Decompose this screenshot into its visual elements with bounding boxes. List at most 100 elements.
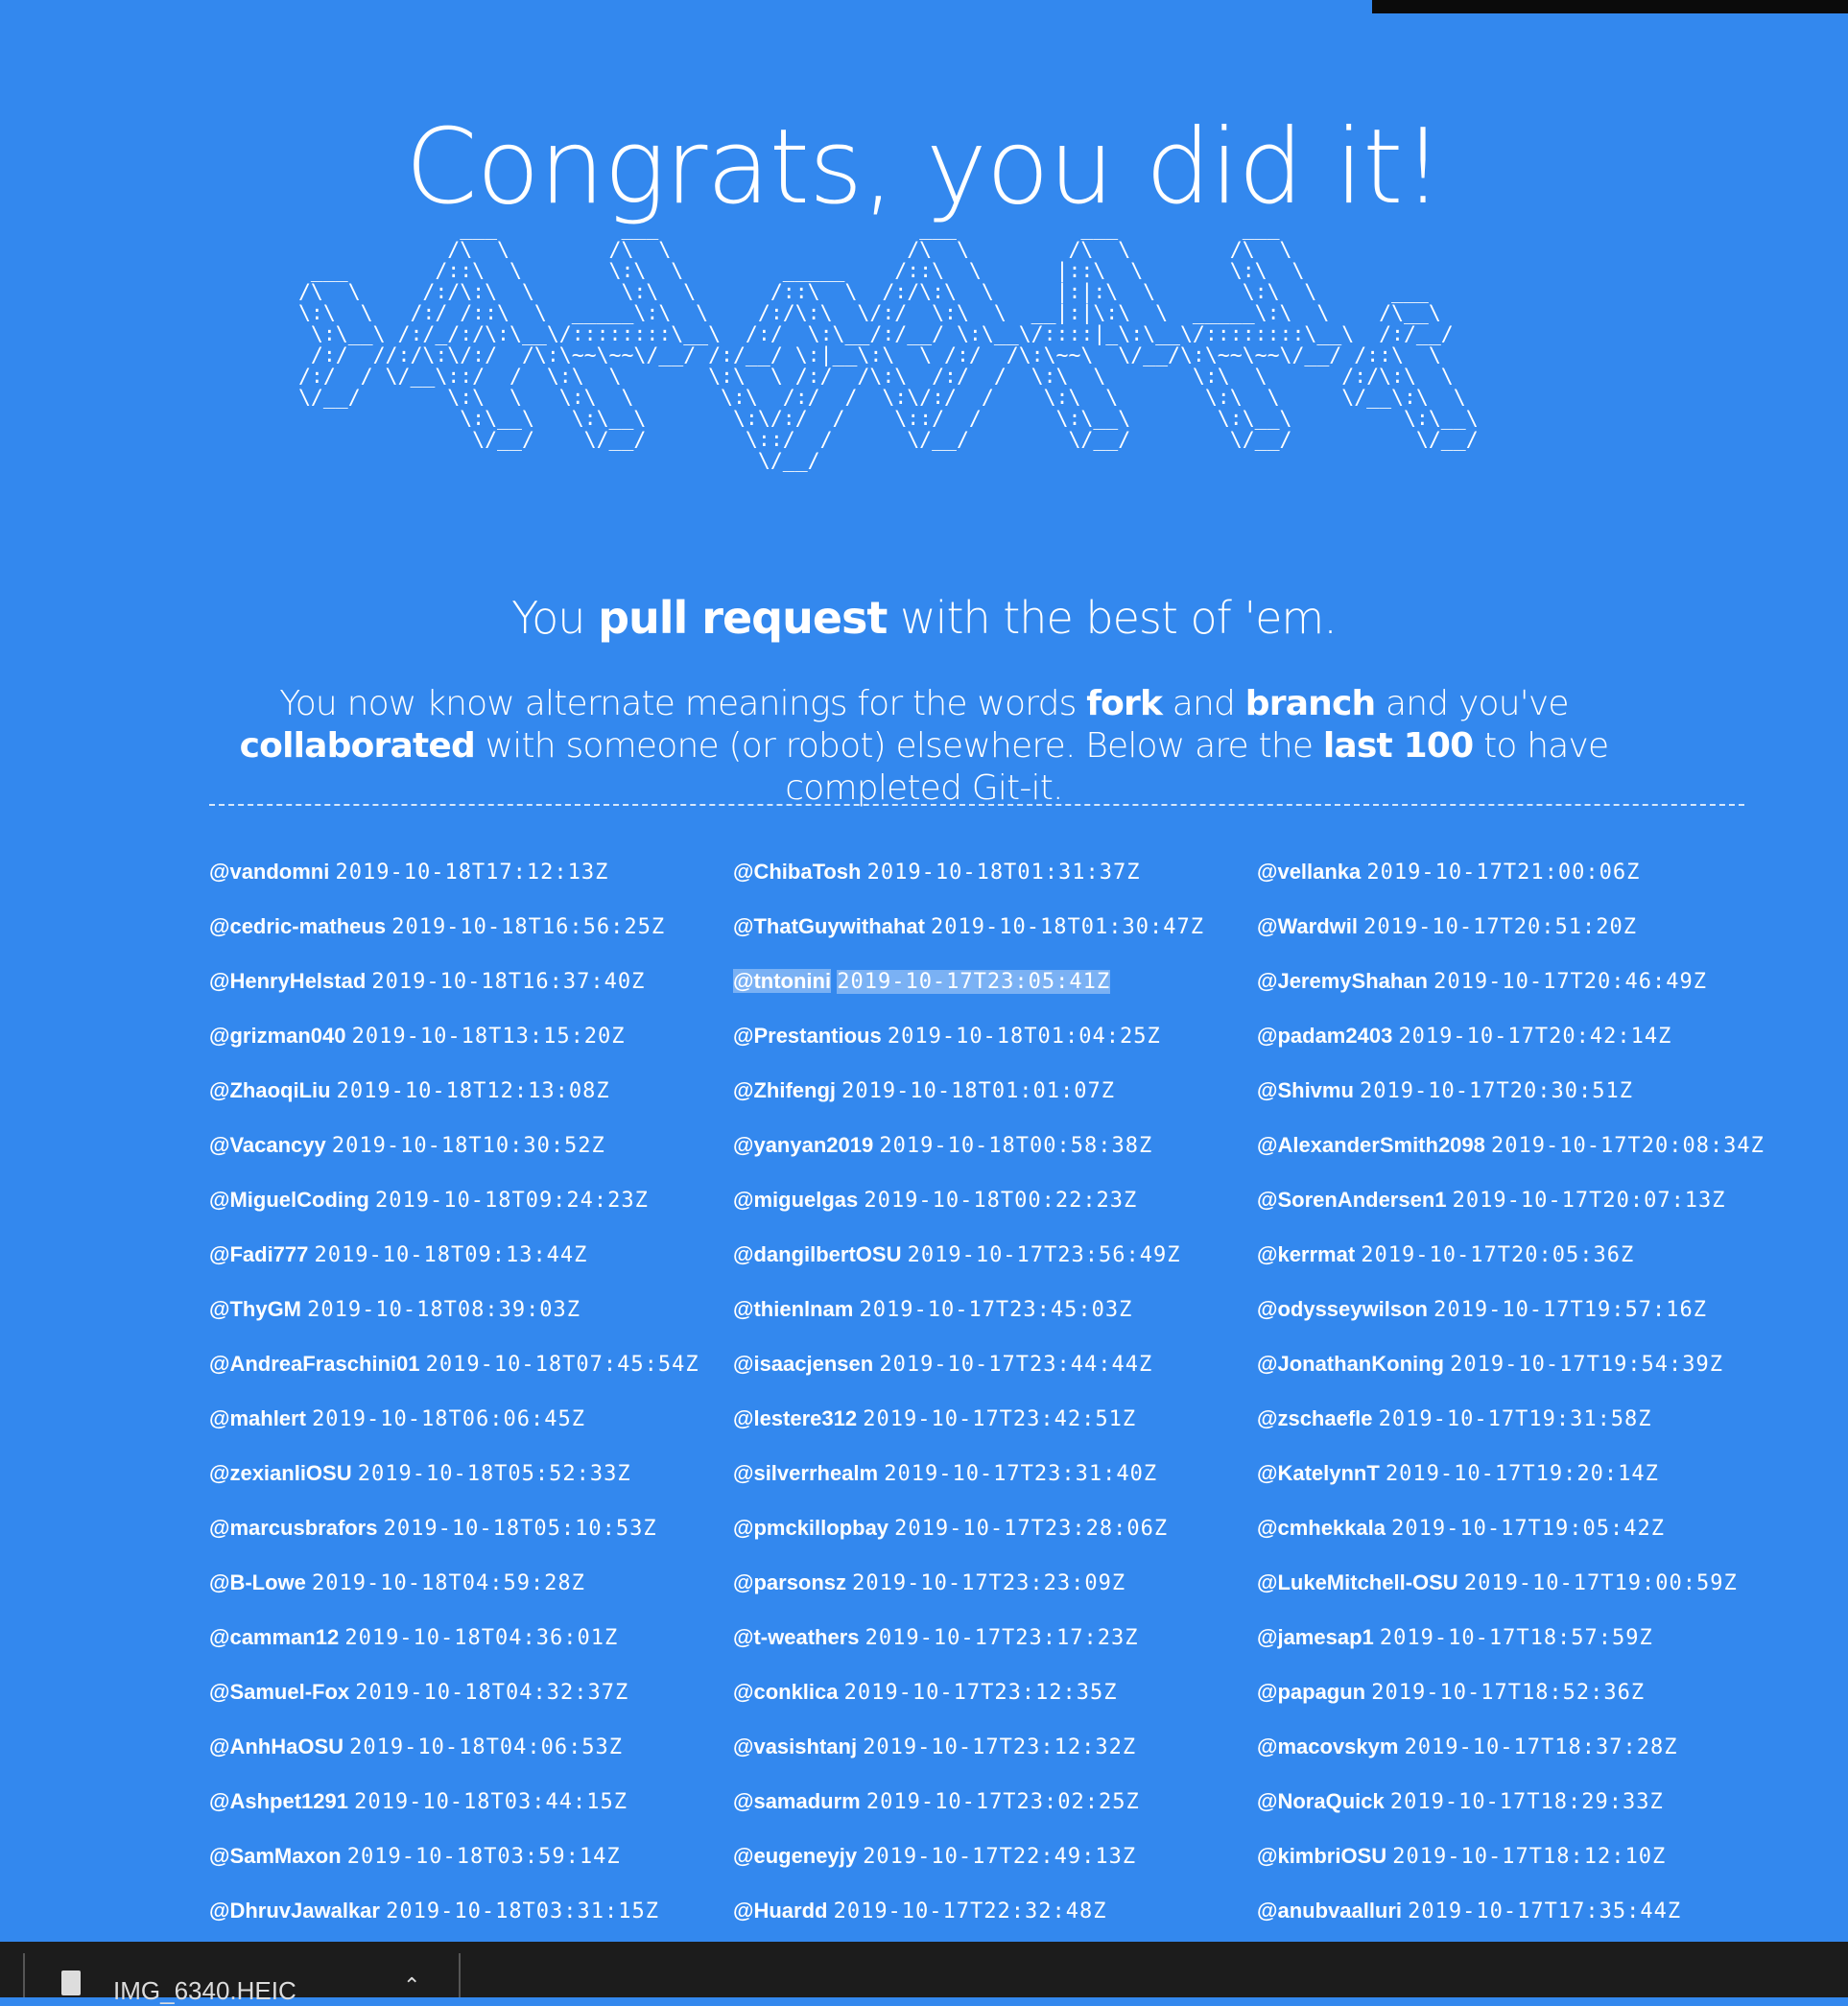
username-link[interactable]: @Fadi777 <box>209 1242 308 1266</box>
download-file-name[interactable]: IMG_6340.HEIC <box>113 1976 296 2006</box>
username-link[interactable]: @ThatGuywithahat <box>733 914 925 938</box>
timestamp: 2019-10-17T20:46:49Z <box>1433 970 1708 994</box>
username-link[interactable]: @Vacancyy <box>209 1133 326 1157</box>
username-link[interactable]: @B-Lowe <box>209 1570 306 1594</box>
list-item: @yanyan2019 2019-10-18T00:58:38Z <box>733 1127 1251 1164</box>
timestamp: 2019-10-17T20:51:20Z <box>1363 915 1638 939</box>
desc-text-2: and <box>1162 684 1245 723</box>
username-link[interactable]: @kerrmat <box>1257 1242 1355 1266</box>
username-link[interactable]: @HenryHelstad <box>209 969 366 993</box>
subtitle-pre: You <box>511 592 599 644</box>
list-item: @t-weathers 2019-10-17T23:17:23Z <box>733 1619 1251 1656</box>
timestamp: 2019-10-17T23:17:23Z <box>865 1626 1139 1650</box>
username-link[interactable]: @Huardd <box>733 1899 827 1923</box>
username-link[interactable]: @AlexanderSmith2098 <box>1257 1133 1485 1157</box>
top-edge-bar <box>1372 0 1848 13</box>
username-link[interactable]: @lestere312 <box>733 1406 857 1430</box>
username-link[interactable]: @ChibaTosh <box>733 860 861 884</box>
username-link[interactable]: @mahlert <box>209 1406 306 1430</box>
username-link[interactable]: @pmckillopbay <box>733 1516 888 1540</box>
username-link[interactable]: @Ashpet1291 <box>209 1789 348 1813</box>
completions-list: @vandomni 2019-10-18T17:12:13Z @cedric-ma… <box>209 854 1783 1934</box>
username-link[interactable]: @camman12 <box>209 1625 339 1649</box>
list-item: @mahlert 2019-10-18T06:06:45Z <box>209 1401 727 1437</box>
username-link[interactable]: @grizman040 <box>209 1024 346 1048</box>
username-link[interactable]: @LukeMitchell-OSU <box>1257 1570 1458 1594</box>
list-item: @Prestantious 2019-10-18T01:04:25Z <box>733 1018 1251 1054</box>
username-link[interactable]: @macovskym <box>1257 1735 1398 1758</box>
timestamp: 2019-10-18T01:04:25Z <box>887 1025 1161 1049</box>
username-link[interactable]: @thienlnam <box>733 1297 853 1321</box>
username-link[interactable]: @SamMaxon <box>209 1844 342 1868</box>
list-item: @Zhifengj 2019-10-18T01:01:07Z <box>733 1073 1251 1109</box>
username-link[interactable]: @Zhifengj <box>733 1078 836 1102</box>
timestamp: 2019-10-18T17:12:13Z <box>335 861 609 885</box>
timestamp: 2019-10-17T19:57:16Z <box>1433 1298 1707 1322</box>
username-link[interactable]: @tntonini <box>733 969 832 993</box>
username-link[interactable]: @Samuel-Fox <box>209 1680 349 1704</box>
username-link[interactable]: @JonathanKoning <box>1257 1352 1444 1376</box>
username-link[interactable]: @parsonsz <box>733 1570 846 1594</box>
username-link[interactable]: @NoraQuick <box>1257 1789 1385 1813</box>
download-bar-divider <box>459 1953 461 1997</box>
username-link[interactable]: @padam2403 <box>1257 1024 1392 1048</box>
list-item: @padam2403 2019-10-17T20:42:14Z <box>1257 1018 1775 1054</box>
username-link[interactable]: @t-weathers <box>733 1625 859 1649</box>
username-link[interactable]: @zexianliOSU <box>209 1461 352 1485</box>
list-item: @SorenAndersen1 2019-10-17T20:07:13Z <box>1257 1182 1775 1218</box>
list-item: @grizman040 2019-10-18T13:15:20Z <box>209 1018 727 1054</box>
username-link[interactable]: @ThyGM <box>209 1297 301 1321</box>
list-item: @AlexanderSmith2098 2019-10-17T20:08:34Z <box>1257 1127 1775 1164</box>
list-item: @miguelgas 2019-10-18T00:22:23Z <box>733 1182 1251 1218</box>
username-link[interactable]: @JeremyShahan <box>1257 969 1428 993</box>
desc-text-4: with someone (or robot) elsewhere. Below… <box>475 726 1323 766</box>
completions-column-2: @ChibaTosh 2019-10-18T01:31:37Z @ThatGuyw… <box>733 854 1251 1934</box>
desc-text-1: You now know alternate meanings for the … <box>279 684 1087 723</box>
username-link[interactable]: @vellanka <box>1257 860 1361 884</box>
username-link[interactable]: @yanyan2019 <box>733 1133 873 1157</box>
username-link[interactable]: @silverrhealm <box>733 1461 878 1485</box>
username-link[interactable]: @anubvaalluri <box>1257 1899 1402 1923</box>
list-item: @AndreaFraschini01 2019-10-18T07:45:54Z <box>209 1346 727 1382</box>
username-link[interactable]: @Wardwil <box>1257 914 1358 938</box>
username-link[interactable]: @kimbriOSU <box>1257 1844 1386 1868</box>
username-link[interactable]: @cmhekkala <box>1257 1516 1386 1540</box>
list-item: @JeremyShahan 2019-10-17T20:46:49Z <box>1257 963 1775 1000</box>
username-link[interactable]: @ZhaoqiLiu <box>209 1078 331 1102</box>
timestamp: 2019-10-18T08:39:03Z <box>307 1298 581 1322</box>
username-link[interactable]: @SorenAndersen1 <box>1257 1188 1447 1212</box>
desc-bold-collaborated: collaborated <box>239 726 476 766</box>
username-link[interactable]: @vandomni <box>209 860 329 884</box>
ascii-art-banner: ___ ___ ___ ___ ___ /\ \ /\ \ /\ \ /\ \ … <box>297 219 1479 473</box>
username-link[interactable]: @marcusbrafors <box>209 1516 378 1540</box>
username-link[interactable]: @Shivmu <box>1257 1078 1354 1102</box>
username-link[interactable]: @KatelynnT <box>1257 1461 1380 1485</box>
username-link[interactable]: @AndreaFraschini01 <box>209 1352 420 1376</box>
username-link[interactable]: @miguelgas <box>733 1188 858 1212</box>
username-link[interactable]: @conklica <box>733 1680 839 1704</box>
timestamp: 2019-10-17T20:42:14Z <box>1398 1025 1672 1049</box>
timestamp: 2019-10-17T20:30:51Z <box>1360 1079 1633 1103</box>
username-link[interactable]: @vasishtanj <box>733 1735 857 1758</box>
username-link[interactable]: @dangilbertOSU <box>733 1242 901 1266</box>
username-link[interactable]: @papagun <box>1257 1680 1365 1704</box>
username-link[interactable]: @odysseywilson <box>1257 1297 1428 1321</box>
username-link[interactable]: @cedric-matheus <box>209 914 386 938</box>
username-link[interactable]: @MiguelCoding <box>209 1188 369 1212</box>
username-link[interactable]: @DhruvJawalkar <box>209 1899 380 1923</box>
list-item: @vasishtanj 2019-10-17T23:12:32Z <box>733 1729 1251 1765</box>
username-link[interactable]: @jamesap1 <box>1257 1625 1374 1649</box>
timestamp: 2019-10-17T18:12:10Z <box>1392 1845 1667 1869</box>
username-link[interactable]: @zschaefle <box>1257 1406 1373 1430</box>
chevron-up-icon[interactable]: ⌃ <box>403 1974 420 1998</box>
username-link[interactable]: @samadurm <box>733 1789 861 1813</box>
list-item: @zexianliOSU 2019-10-18T05:52:33Z <box>209 1455 727 1492</box>
username-link[interactable]: @isaacjensen <box>733 1352 873 1376</box>
timestamp: 2019-10-18T10:30:52Z <box>331 1134 605 1158</box>
timestamp: 2019-10-18T04:06:53Z <box>349 1735 624 1759</box>
username-link[interactable]: @Prestantious <box>733 1024 882 1048</box>
username-link[interactable]: @eugeneyjy <box>733 1844 857 1868</box>
timestamp: 2019-10-17T19:05:42Z <box>1391 1517 1666 1541</box>
username-link[interactable]: @AnhHaOSU <box>209 1735 344 1758</box>
list-item: @dangilbertOSU 2019-10-17T23:56:49Z <box>733 1237 1251 1273</box>
